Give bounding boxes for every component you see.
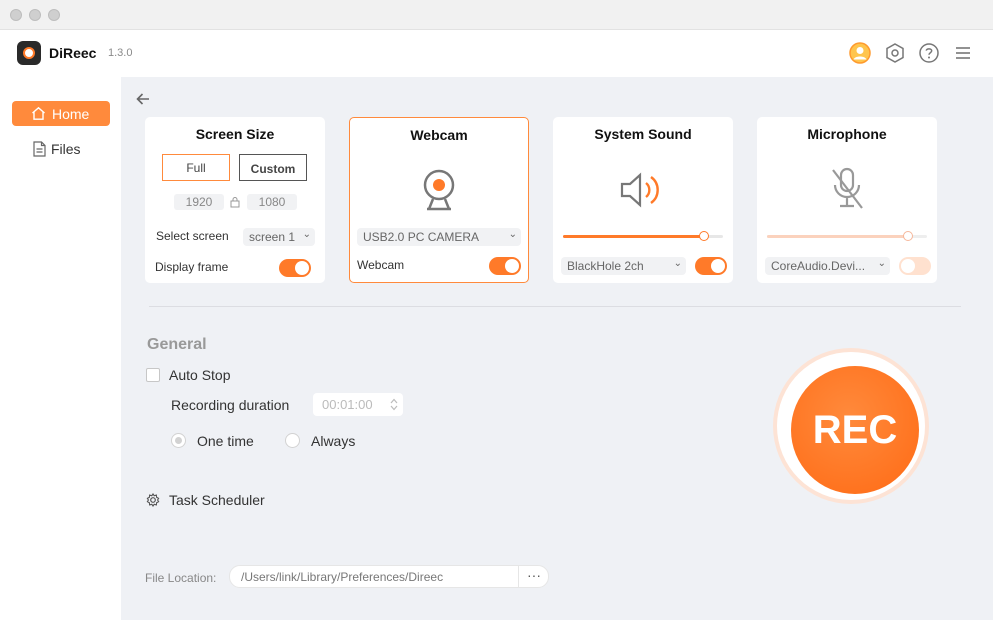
app-name: DiReec: [49, 45, 97, 61]
system-sound-toggle[interactable]: [695, 257, 727, 275]
chevron-down-icon: ⌄: [302, 229, 311, 240]
sidebar-item-label: Files: [51, 141, 81, 157]
system-sound-card: System Sound BlackHole 2ch ⌄: [553, 117, 733, 283]
sidebar-item-files[interactable]: Files: [12, 137, 110, 162]
recording-duration-label: Recording duration: [171, 397, 290, 413]
always-radio[interactable]: [285, 433, 300, 448]
chevron-down-icon: ⌄: [673, 258, 682, 269]
microphone-toggle[interactable]: [899, 257, 931, 275]
rec-button[interactable]: REC: [791, 366, 919, 494]
window-close-button[interactable]: [10, 9, 22, 21]
full-screen-button[interactable]: Full: [162, 154, 230, 181]
sidebar-item-home[interactable]: Home: [12, 101, 110, 126]
auto-stop-checkbox[interactable]: [146, 368, 160, 382]
microphone-muted-icon: [832, 167, 863, 209]
webcam-toggle-label: Webcam: [357, 258, 405, 272]
window-minimize-button[interactable]: [29, 9, 41, 21]
lock-icon[interactable]: [230, 196, 240, 208]
display-frame-label: Display frame: [155, 260, 229, 274]
speaker-icon: [620, 172, 659, 208]
task-scheduler-link[interactable]: Task Scheduler: [169, 492, 265, 508]
card-title: Screen Size: [195, 126, 275, 142]
select-screen-label: Select screen: [156, 229, 229, 243]
settings-icon[interactable]: [884, 42, 906, 64]
screen-size-card: Screen Size Full Custom 1920 1080 Select…: [145, 117, 325, 283]
app-logo-icon: [17, 41, 41, 65]
system-sound-device-value: BlackHole 2ch: [567, 259, 644, 273]
webcam-device-value: USB2.0 PC CAMERA: [363, 230, 480, 244]
app-header: DiReec 1.3.0: [0, 30, 993, 77]
stepper-arrows-icon[interactable]: [390, 398, 398, 411]
help-icon[interactable]: [918, 42, 940, 64]
webcam-toggle[interactable]: [489, 257, 521, 275]
system-sound-device-dropdown[interactable]: BlackHole 2ch ⌄: [561, 257, 686, 275]
microphone-volume-fill: [767, 235, 908, 238]
webcam-card[interactable]: Webcam USB2.0 PC CAMERA ⌄ Webcam: [349, 117, 529, 283]
one-time-radio[interactable]: [171, 433, 186, 448]
full-screen-label: Full: [186, 161, 206, 175]
browse-folder-button[interactable]: ···: [518, 565, 549, 588]
user-avatar-icon[interactable]: [849, 42, 871, 64]
file-location-value: /Users/link/Library/Preferences/Direec: [241, 570, 444, 584]
gear-icon[interactable]: [146, 493, 160, 507]
auto-stop-label: Auto Stop: [169, 367, 231, 383]
sidebar-item-label: Home: [52, 106, 90, 122]
microphone-device-dropdown[interactable]: CoreAudio.Devi... ⌄: [765, 257, 890, 275]
section-divider: [149, 306, 961, 307]
display-frame-toggle[interactable]: [279, 259, 311, 277]
back-arrow-icon[interactable]: [135, 91, 151, 107]
select-screen-value: screen 1: [249, 230, 296, 244]
recording-duration-value: 00:01:00: [322, 397, 373, 412]
chevron-down-icon: ⌄: [508, 229, 517, 240]
microphone-card: Microphone CoreAudio.Devi... ⌄: [757, 117, 937, 283]
card-title: System Sound: [594, 126, 692, 142]
webcam-device-dropdown[interactable]: USB2.0 PC CAMERA ⌄: [357, 228, 521, 246]
sidebar: Home Files: [0, 77, 121, 620]
card-title: Webcam: [410, 127, 468, 143]
app-version: 1.3.0: [108, 47, 133, 59]
always-label: Always: [311, 433, 356, 449]
microphone-device-value: CoreAudio.Devi...: [771, 259, 866, 273]
recording-duration-input[interactable]: 00:01:00: [313, 393, 403, 416]
menu-icon[interactable]: [952, 42, 974, 64]
rec-button-border: REC: [777, 352, 925, 500]
custom-size-button[interactable]: Custom: [239, 154, 307, 181]
microphone-volume-knob[interactable]: [902, 231, 913, 241]
system-sound-volume-knob[interactable]: [698, 231, 709, 241]
window-zoom-button[interactable]: [48, 9, 60, 21]
file-icon: [33, 141, 46, 157]
window-titlebar: [0, 0, 993, 30]
custom-size-label: Custom: [250, 162, 296, 176]
width-input[interactable]: 1920: [174, 194, 224, 210]
chevron-down-icon: ⌄: [877, 258, 886, 269]
webcam-icon: [423, 169, 455, 211]
height-input[interactable]: 1080: [247, 194, 297, 210]
file-location-field[interactable]: /Users/link/Library/Preferences/Direec: [229, 565, 549, 588]
general-section-title: General: [147, 336, 207, 353]
main-panel: Screen Size Full Custom 1920 1080 Select…: [121, 77, 993, 620]
file-location-label: File Location:: [145, 571, 217, 585]
select-screen-dropdown[interactable]: screen 1 ⌄: [243, 228, 315, 246]
system-sound-volume-fill: [563, 235, 704, 238]
card-title: Microphone: [807, 126, 887, 142]
home-icon: [32, 106, 45, 120]
rec-button-ring: REC: [773, 348, 929, 504]
one-time-label: One time: [197, 433, 254, 449]
